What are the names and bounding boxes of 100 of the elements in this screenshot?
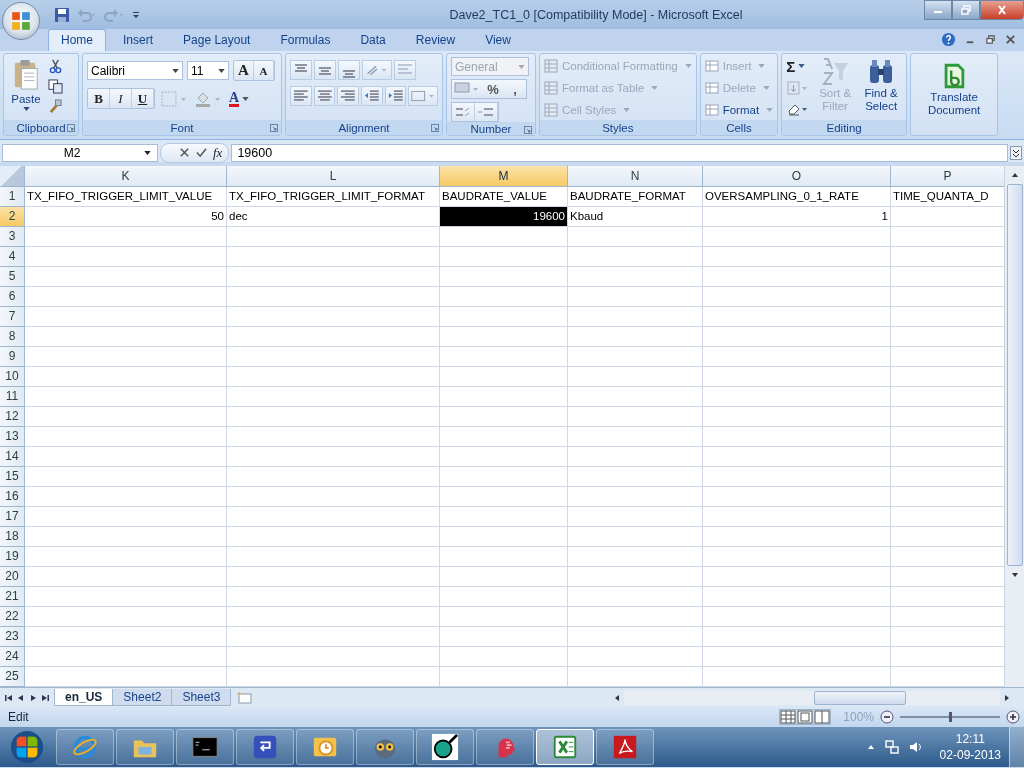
top-align-icon[interactable]	[290, 60, 312, 80]
row-header[interactable]: 12	[0, 407, 25, 427]
ribbon-tab[interactable]: Insert	[110, 29, 167, 51]
row-header[interactable]: 5	[0, 267, 25, 287]
column-header[interactable]: P	[891, 166, 1004, 187]
sheet-tab[interactable]: en_US	[54, 689, 114, 706]
dialog-launcher-icon[interactable]	[431, 124, 439, 132]
middle-align-icon[interactable]	[314, 60, 336, 80]
sheet-tab[interactable]: Sheet2	[112, 689, 173, 706]
cancel-icon[interactable]	[179, 147, 190, 158]
grow-font-button[interactable]: A	[234, 61, 254, 80]
merge-center-icon[interactable]	[408, 86, 438, 106]
ribbon-tab[interactable]: Formulas	[267, 29, 344, 51]
row-header[interactable]: 25	[0, 667, 25, 687]
scrollbar-thumb[interactable]	[814, 690, 906, 705]
taskbar-button[interactable]	[176, 729, 234, 765]
bold-button[interactable]: B	[88, 89, 110, 108]
scissors-icon[interactable]	[48, 59, 63, 74]
row-header[interactable]: 16	[0, 487, 25, 507]
decrease-decimal-icon[interactable]	[475, 103, 498, 121]
shrink-font-button[interactable]: A	[254, 61, 274, 80]
bottom-align-icon[interactable]	[338, 60, 360, 80]
formula-input-field[interactable]: 19600	[231, 143, 1008, 162]
row-header[interactable]: 23	[0, 627, 25, 647]
row-header[interactable]: 2	[0, 207, 25, 227]
vertical-scrollbar[interactable]	[1004, 166, 1024, 687]
checkmark-icon[interactable]	[196, 147, 207, 158]
row-header[interactable]: 24	[0, 647, 25, 667]
zoom-in-icon[interactable]	[1006, 710, 1020, 724]
row-header[interactable]: 3	[0, 227, 25, 247]
volume-icon[interactable]	[907, 739, 924, 755]
clock-time[interactable]: 12:11	[955, 731, 985, 747]
save-icon[interactable]	[54, 6, 70, 23]
font-name-dropdown[interactable]: Calibri	[87, 61, 183, 80]
taskbar-button[interactable]	[416, 729, 474, 765]
row-header[interactable]: 8	[0, 327, 25, 347]
paste-button[interactable]: Paste	[8, 57, 44, 120]
row-header[interactable]: 22	[0, 607, 25, 627]
dialog-launcher-icon[interactable]	[67, 124, 75, 132]
restore-workbook-icon[interactable]	[985, 34, 996, 45]
horizontal-scrollbar[interactable]	[624, 690, 1000, 705]
increase-indent-icon[interactable]	[384, 86, 407, 106]
row-header[interactable]: 17	[0, 507, 25, 527]
row-header[interactable]: 20	[0, 567, 25, 587]
autosum-button[interactable]: Σ	[786, 57, 811, 75]
page-layout-view-icon[interactable]	[797, 710, 814, 724]
translate-document-button[interactable]: Translate Document	[915, 57, 994, 131]
ribbon-tab[interactable]: Home	[48, 29, 106, 51]
row-header[interactable]: 4	[0, 247, 25, 267]
column-header[interactable]: L	[227, 166, 440, 187]
ribbon-tab[interactable]: Page Layout	[170, 29, 264, 51]
column-header[interactable]: K	[25, 166, 227, 187]
insert-function-button[interactable]: fx	[213, 144, 223, 161]
brush-icon[interactable]	[48, 99, 63, 114]
row-header[interactable]: 15	[0, 467, 25, 487]
ribbon-tab[interactable]: View	[472, 29, 524, 51]
decrease-indent-icon[interactable]	[361, 86, 383, 106]
row-header[interactable]: 13	[0, 427, 25, 447]
last-sheet-icon[interactable]	[40, 692, 50, 703]
close-button[interactable]	[980, 0, 1024, 20]
row-header[interactable]: 10	[0, 367, 25, 387]
name-box[interactable]: M2	[2, 143, 158, 162]
comma-button[interactable]: ,	[504, 80, 526, 98]
find-select-button[interactable]: Find & Select	[860, 57, 903, 120]
font-size-dropdown[interactable]: 11	[187, 61, 229, 80]
cells-menu-button[interactable]: Format	[704, 101, 774, 119]
align-right-icon[interactable]	[337, 86, 360, 106]
row-header[interactable]: 1	[0, 187, 25, 207]
align-left-icon[interactable]	[290, 86, 312, 106]
row-header[interactable]: 9	[0, 347, 25, 367]
row-header[interactable]: 21	[0, 587, 25, 607]
expand-formula-bar-icon[interactable]	[1010, 144, 1022, 161]
first-sheet-icon[interactable]	[4, 692, 14, 703]
row-header[interactable]: 18	[0, 527, 25, 547]
row-header[interactable]: 6	[0, 287, 25, 307]
column-header[interactable]: N	[568, 166, 703, 187]
ribbon-tab[interactable]: Review	[402, 29, 469, 51]
sheet-tab[interactable]: Sheet3	[171, 689, 232, 706]
minimize-button[interactable]	[924, 0, 952, 20]
column-header[interactable]: M	[440, 166, 568, 187]
column-header[interactable]: O	[703, 166, 891, 187]
next-sheet-icon[interactable]	[28, 692, 38, 703]
page-break-view-icon[interactable]	[814, 710, 831, 724]
select-all-corner[interactable]	[0, 166, 25, 187]
clock-date[interactable]: 02-09-2013	[939, 747, 1001, 763]
underline-button[interactable]: U	[132, 89, 154, 108]
row-header[interactable]: 7	[0, 307, 25, 327]
dialog-launcher-icon[interactable]	[524, 126, 532, 134]
office-button[interactable]	[2, 2, 40, 40]
row-header[interactable]: 19	[0, 547, 25, 567]
zoom-out-icon[interactable]	[880, 710, 894, 724]
text-orientation-icon[interactable]	[362, 60, 392, 80]
row-header[interactable]: 14	[0, 447, 25, 467]
insert-sheet-icon[interactable]	[236, 690, 255, 705]
dialog-launcher-icon[interactable]	[270, 124, 278, 132]
row-header[interactable]: 11	[0, 387, 25, 407]
align-center-icon[interactable]	[313, 86, 336, 106]
percent-button[interactable]: %	[482, 80, 504, 98]
zoom-slider-thumb[interactable]	[949, 712, 952, 722]
close-workbook-icon[interactable]	[1005, 34, 1016, 45]
